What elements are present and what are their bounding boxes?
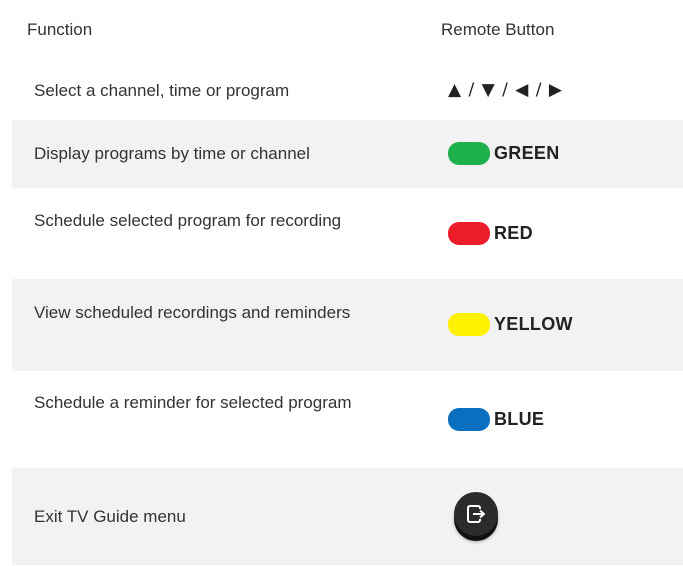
- blue-button: BLUE: [448, 408, 544, 431]
- function-text: Schedule selected program for recording: [34, 211, 342, 230]
- table-row: Schedule a reminder for selected program…: [12, 371, 683, 468]
- exit-glyph-icon: [467, 505, 485, 523]
- function-column-header: Function: [27, 20, 93, 39]
- table-row: Select a channel, time or program ▲ / ▼ …: [12, 62, 683, 120]
- blue-button-label: BLUE: [494, 409, 545, 429]
- exit-icon: [454, 492, 498, 536]
- table-row: Schedule selected program for recording …: [12, 188, 683, 279]
- red-button-label: RED: [494, 223, 533, 243]
- red-button: RED: [448, 222, 533, 245]
- function-text: Exit TV Guide menu: [34, 507, 186, 526]
- yellow-key-icon: [448, 313, 490, 336]
- red-key-icon: [448, 222, 490, 245]
- function-text: View scheduled recordings and reminders: [34, 303, 351, 322]
- blue-key-icon: [448, 408, 490, 431]
- function-text: Schedule a reminder for selected program: [34, 393, 352, 412]
- table-row: View scheduled recordings and reminders …: [12, 279, 683, 371]
- table-row: Exit TV Guide menu: [12, 468, 683, 565]
- table-row: Display programs by time or channel GREE…: [12, 120, 683, 188]
- exit-button: [454, 492, 498, 536]
- green-button-label: GREEN: [494, 143, 560, 163]
- yellow-button: YELLOW: [448, 313, 573, 336]
- yellow-button-label: YELLOW: [494, 314, 573, 334]
- green-key-icon: [448, 142, 490, 165]
- function-text: Select a channel, time or program: [34, 81, 290, 100]
- green-button: GREEN: [448, 142, 560, 165]
- function-text: Display programs by time or channel: [34, 144, 310, 163]
- remote-button-column-header: Remote Button: [441, 20, 555, 39]
- arrow-keys-icon: ▲ / ▼ / ◀ / ▶: [448, 80, 563, 100]
- table-header: Function Remote Button: [12, 0, 683, 62]
- remote-function-table: Function Remote Button Select a channel,…: [12, 0, 683, 565]
- arrow-keys-button: ▲ / ▼ / ◀ / ▶: [448, 80, 563, 100]
